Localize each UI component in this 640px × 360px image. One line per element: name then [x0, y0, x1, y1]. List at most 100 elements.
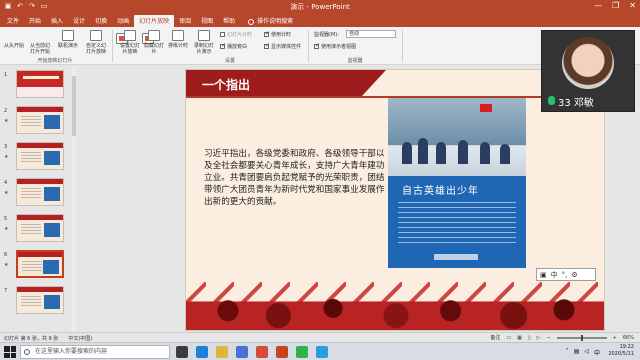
ime-mode[interactable]: 中 — [551, 270, 558, 280]
tab-home[interactable]: 开始 — [24, 15, 46, 27]
photo-panel[interactable]: 自古英雄出少年 — [388, 98, 526, 268]
tab-transitions[interactable]: 切换 — [90, 15, 112, 27]
thumbnail-item[interactable]: 1 — [2, 70, 70, 102]
participant-avatar — [562, 37, 614, 89]
slide-thumbnail[interactable] — [16, 106, 64, 134]
tab-insert[interactable]: 插入 — [46, 15, 68, 27]
thumbnail-item[interactable]: 2 ★ — [2, 106, 70, 138]
zoom-out-icon[interactable]: − — [546, 335, 550, 341]
use-timings-checkbox[interactable]: 使用计时 — [264, 30, 291, 38]
store-icon[interactable] — [236, 346, 248, 358]
record-show-button[interactable]: 录制幻灯片演示 — [192, 30, 216, 55]
tab-design[interactable]: 设计 — [68, 15, 90, 27]
redo-icon[interactable]: ↷ — [28, 2, 36, 10]
from-beginning-button[interactable]: 从头开始 — [2, 30, 128, 49]
setup-show-button[interactable]: 设置幻灯片放映 — [118, 30, 142, 55]
zoom-slider[interactable] — [556, 334, 607, 341]
language-indicator[interactable]: 中文(中国) — [68, 335, 92, 342]
slide-thumbnail[interactable] — [16, 70, 64, 98]
slide-body-text[interactable]: 习近平指出，各级党委和政府、各级领导干部以及全社会都要关心青年成长，支持广大青年… — [204, 148, 390, 208]
slide-thumbnail[interactable] — [16, 286, 64, 314]
show-media-controls-checkbox[interactable]: 显示媒体控件 — [264, 42, 301, 50]
slide-thumbnail[interactable] — [16, 142, 64, 170]
thumbnail-number: 3 — [4, 144, 8, 150]
tab-review[interactable]: 审阅 — [174, 15, 196, 27]
thumbnails-scrollbar[interactable] — [72, 66, 76, 332]
system-tray: ˄ ▤ ◁ 中 — [566, 348, 600, 357]
powerpoint-icon[interactable] — [276, 346, 288, 358]
slideshow-view-icon[interactable]: ▷ — [537, 335, 541, 341]
monitor-select[interactable]: 自动 — [346, 30, 396, 38]
notes-button[interactable]: 备注 — [490, 334, 500, 341]
animation-star-icon: ★ — [4, 154, 9, 160]
ime-toolbar[interactable]: ▣ 中 °, ⚙ — [536, 268, 596, 281]
thumbnail-number: 2 — [4, 108, 8, 114]
present-online-button[interactable]: 联机演示 — [56, 30, 80, 49]
from-current-button[interactable]: 从当前幻灯片开始 — [28, 30, 154, 55]
video-call-thumbnail[interactable]: 33 邓敏 — [541, 30, 635, 112]
crowd-decoration — [186, 282, 604, 330]
taskbar-search-placeholder: 在这里输入你要搜索的内容 — [35, 348, 108, 355]
tab-file[interactable]: 文件 — [2, 15, 24, 27]
present-icon[interactable]: ▭ — [40, 2, 48, 10]
tab-help[interactable]: 帮助 — [218, 15, 240, 27]
network-icon[interactable]: ▤ — [574, 348, 580, 357]
taskbar-search[interactable]: 在这里输入你要搜索的内容 — [20, 345, 170, 359]
checkbox-icon — [220, 32, 225, 37]
zoom-level[interactable]: 66% — [623, 335, 634, 341]
rehearse-timings-button[interactable]: 排练计时 — [166, 30, 190, 49]
thumbnail-item[interactable]: 6 ★ — [2, 250, 70, 282]
tell-me-search[interactable]: 操作说明搜索 — [240, 15, 298, 27]
clock[interactable]: 19:22 2020/5/11 — [608, 344, 634, 358]
panel-logo — [434, 254, 478, 260]
thumbnail-number: 1 — [4, 72, 8, 78]
edge-icon[interactable] — [196, 346, 208, 358]
save-icon[interactable]: ▣ — [4, 2, 12, 10]
hide-slide-button[interactable]: 隐藏幻灯片 — [142, 30, 166, 55]
ime-indicator[interactable]: 中 — [594, 348, 600, 357]
group-label-setup: 设置 — [224, 58, 235, 64]
from-beginning-label: 从头开始 — [3, 43, 24, 49]
maximize-button[interactable]: ❐ — [612, 1, 619, 10]
participant-name: 33 邓敏 — [558, 98, 594, 109]
chrome-icon[interactable] — [256, 346, 268, 358]
task-view-icon[interactable] — [176, 346, 188, 358]
slide-thumbnail[interactable] — [16, 214, 64, 242]
chevron-up-icon[interactable]: ˄ — [566, 348, 569, 357]
volume-icon[interactable]: ◁ — [584, 348, 589, 357]
qq-icon[interactable] — [316, 346, 328, 358]
wechat-icon[interactable] — [296, 346, 308, 358]
thumbnail-item[interactable]: 5 ★ — [2, 214, 70, 246]
taskbar: 在这里输入你要搜索的内容 ˄ ▤ ◁ 中 19:22 2020/5/11 — [0, 342, 640, 360]
window-title: 演示 - PowerPoint — [290, 3, 350, 11]
flag-shape — [480, 104, 492, 112]
thumbnail-item[interactable]: 4 ★ — [2, 178, 70, 210]
ime-punctuation-icon[interactable]: °, — [562, 271, 568, 279]
minimize-button[interactable]: — — [594, 1, 602, 10]
thumbnail-item[interactable]: 3 ★ — [2, 142, 70, 174]
scrollbar-thumb[interactable] — [72, 76, 76, 136]
slide-sorter-icon[interactable]: ▦ — [517, 335, 522, 341]
quick-access-toolbar: ▣ ↶ ↷ ▭ — [4, 2, 48, 10]
presenter-view-checkbox[interactable]: 使用演示者视图 — [314, 42, 356, 50]
start-button[interactable] — [4, 346, 16, 358]
thumbnail-item[interactable]: 7 — [2, 286, 70, 318]
play-narrations-checkbox[interactable]: 播放旁白 — [220, 42, 247, 50]
search-icon — [24, 349, 30, 355]
tab-view[interactable]: 视图 — [196, 15, 218, 27]
reading-view-icon[interactable]: ▯ — [528, 335, 531, 341]
custom-show-button[interactable]: 自定义幻灯片放映 — [84, 30, 108, 55]
tab-animations[interactable]: 动画 — [112, 15, 134, 27]
slide-thumbnail[interactable] — [16, 178, 64, 206]
explorer-icon[interactable] — [216, 346, 228, 358]
tell-me-label: 操作说明搜索 — [257, 18, 294, 25]
zoom-in-icon[interactable]: + — [613, 335, 617, 341]
normal-view-icon[interactable]: ▭ — [506, 335, 511, 341]
slide-thumbnail-selected[interactable] — [16, 250, 64, 278]
close-button[interactable]: ✕ — [629, 1, 636, 10]
slide-heading[interactable]: 一个指出 — [202, 76, 250, 93]
undo-icon[interactable]: ↶ — [16, 2, 24, 10]
tab-slide-show[interactable]: 幻灯片放映 — [134, 15, 175, 27]
ime-settings-icon[interactable]: ⚙ — [571, 271, 577, 279]
setup-show-icon — [124, 30, 136, 41]
